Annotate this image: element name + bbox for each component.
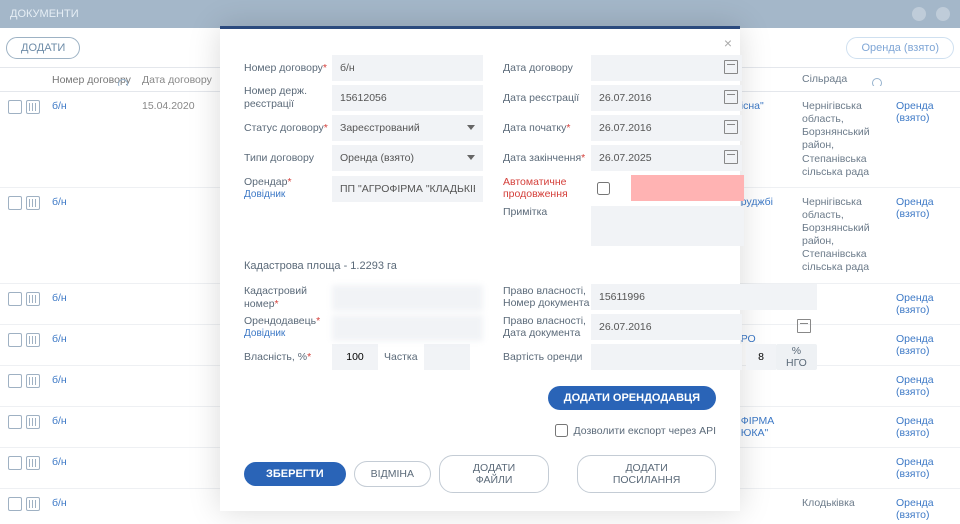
ownership-pct-input[interactable] [332,344,378,370]
share-input[interactable] [424,344,470,370]
date-reg-input[interactable] [591,85,742,111]
date-contract-input[interactable] [591,55,742,81]
share-label: Частка [384,351,418,363]
calendar-icon[interactable] [724,90,738,104]
nho-button[interactable]: % НГО [776,344,817,370]
reg-no-input[interactable] [332,85,483,111]
auto-extension-row [591,175,744,201]
lessor-input[interactable] [332,315,483,341]
ownership-doc-input[interactable] [591,284,817,310]
calendar-icon[interactable] [724,120,738,134]
add-files-button[interactable]: ДОДАТИ ФАЙЛИ [439,455,549,493]
cadastral-input[interactable] [332,285,483,311]
api-export-label: Дозволити експорт через API [574,425,717,437]
date-start-input[interactable] [591,115,742,141]
type-select[interactable]: Оренда (взято) [332,145,483,171]
calendar-icon[interactable] [724,150,738,164]
tenant-dict-link[interactable]: Довідник [244,189,332,201]
lessor-dict-link[interactable]: Довідник [244,328,332,340]
status-select[interactable]: Зареєстрований [332,115,483,141]
calendar-icon[interactable] [797,319,811,333]
cancel-button[interactable]: ВІДМІНА [354,461,431,487]
api-export-checkbox[interactable] [555,424,568,437]
close-icon[interactable]: × [724,35,732,51]
add-lessor-button[interactable]: ДОДАТИ ОРЕНДОДАВЦЯ [548,386,716,410]
date-end-input[interactable] [591,145,742,171]
note-textarea[interactable] [591,206,744,246]
tenant-input[interactable] [332,176,483,202]
modal-backdrop: × Номер договору* Номер держ. реєстрації… [0,0,960,524]
auto-extension-checkbox[interactable] [597,182,610,195]
rent-pct-input[interactable] [746,344,776,370]
cadastral-area-text: Кадастрова площа - 1.2293 га [244,260,716,272]
save-button[interactable]: ЗБЕРЕГТИ [244,462,346,486]
rent-cost-input[interactable] [591,344,742,370]
contract-no-input[interactable] [332,55,483,81]
ownership-date-input[interactable] [591,314,742,340]
add-links-button[interactable]: ДОДАТИ ПОСИЛАННЯ [577,455,716,493]
contract-modal: × Номер договору* Номер держ. реєстрації… [220,26,740,511]
calendar-icon[interactable] [724,60,738,74]
